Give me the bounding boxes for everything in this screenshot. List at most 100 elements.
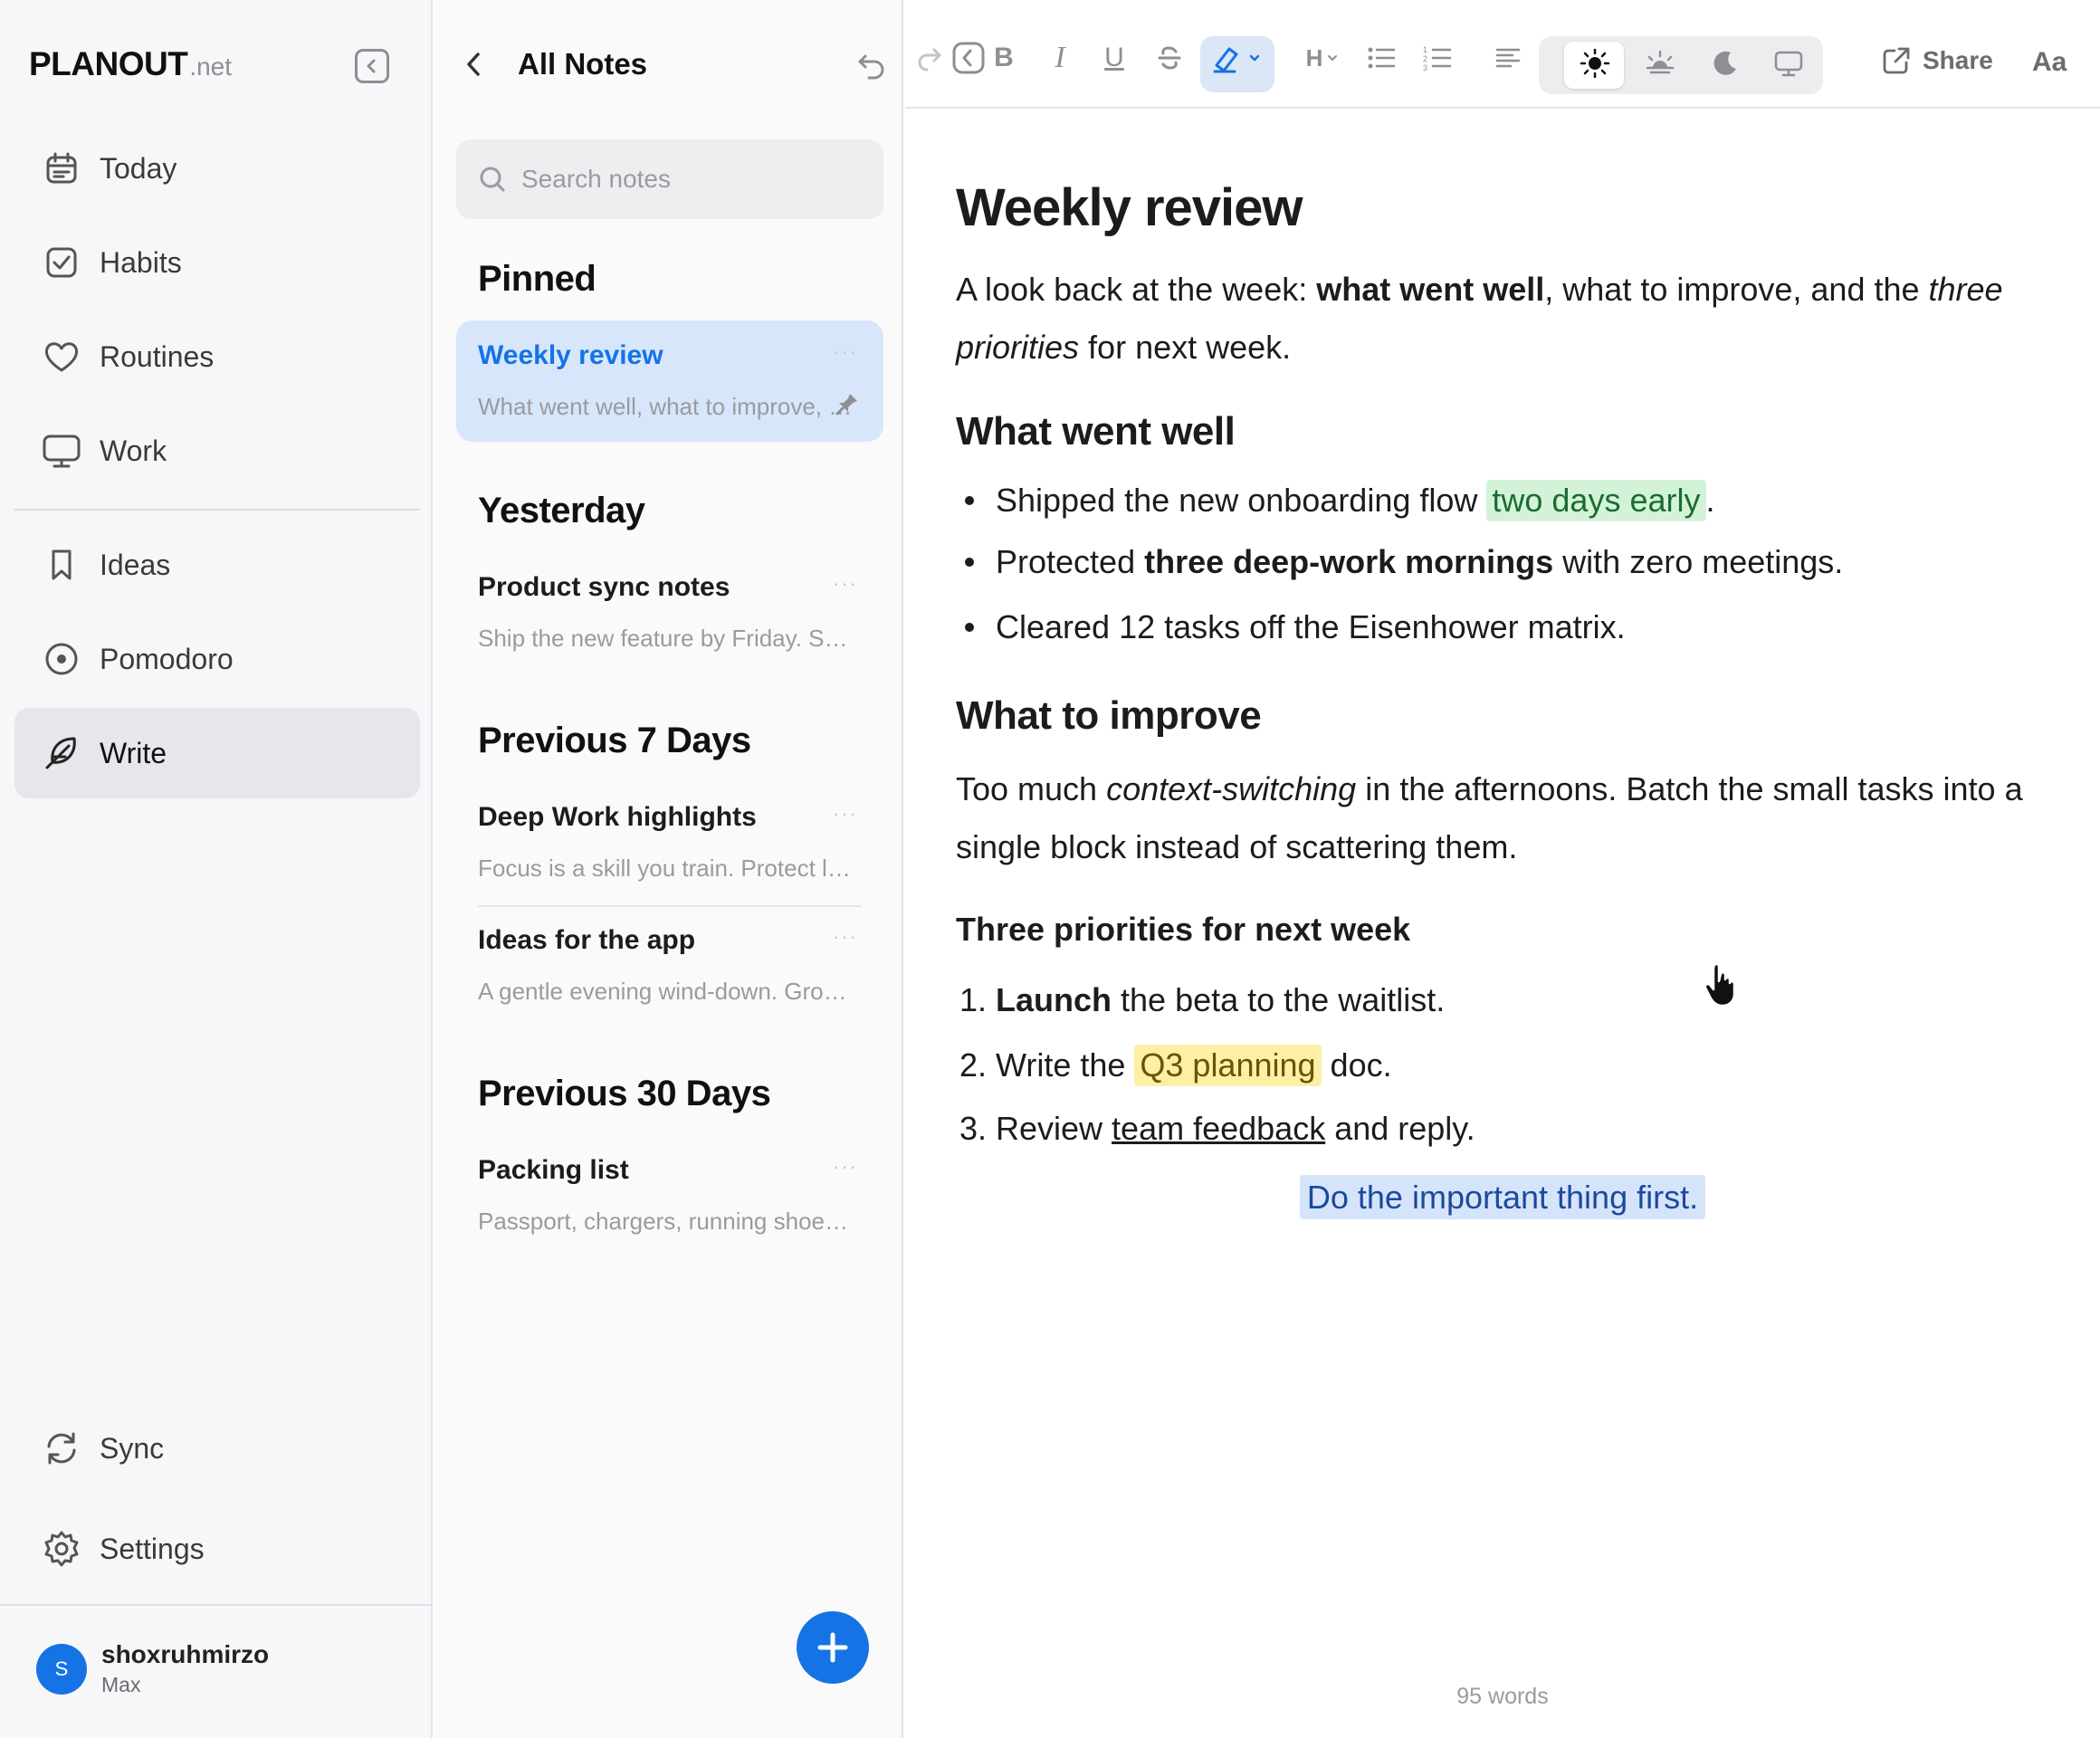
user-name: shoxruhmirzo <box>101 1640 270 1668</box>
heading-three-priorities[interactable]: Three priorities for next week <box>956 911 1410 949</box>
list-item-text: . <box>1705 482 1715 519</box>
group-title-yesterday: Yesterday <box>478 491 645 530</box>
sun-icon <box>1580 48 1610 79</box>
sidebar-divider <box>14 509 420 511</box>
search-input[interactable]: Search notes <box>456 139 883 219</box>
sidebar-item-ideas[interactable]: Ideas <box>14 520 420 610</box>
bullet-list-button[interactable] <box>1365 38 1398 78</box>
editor[interactable]: Weekly review A look back at the week: w… <box>905 110 2100 1738</box>
note-item-product-sync[interactable]: Product sync notes Ship the new feature … <box>456 552 883 673</box>
bold-button[interactable]: B <box>988 38 1019 78</box>
numbered-list-icon: 123 <box>1423 45 1452 72</box>
heading-button[interactable]: H <box>1302 38 1343 78</box>
back-button[interactable] <box>462 49 487 84</box>
note-item-ideas-app[interactable]: Ideas for the app A gentle evening wind-… <box>456 905 883 1027</box>
redo-button[interactable] <box>916 38 943 78</box>
theme-switcher <box>1539 36 1823 94</box>
list-item[interactable]: 2. Write the Q3 planning doc. <box>956 1045 1392 1086</box>
note-item-packing-list[interactable]: Packing list Passport, chargers, running… <box>456 1135 883 1256</box>
intro-bold: what went well <box>1316 271 1545 308</box>
undo-button[interactable] <box>856 51 887 84</box>
sunrise-icon <box>1646 50 1675 74</box>
group-title-pinned: Pinned <box>478 259 597 299</box>
svg-text:1: 1 <box>1423 45 1427 54</box>
theme-light-button[interactable] <box>1575 43 1615 83</box>
target-icon <box>42 639 81 679</box>
note-item-weekly-review[interactable]: Weekly review What went well, what to im… <box>456 320 883 442</box>
document-title[interactable]: Weekly review <box>956 177 1303 238</box>
monitor-icon <box>42 431 81 471</box>
heading-what-to-improve[interactable]: What to improve <box>956 693 1262 739</box>
quote-line[interactable]: Do the important thing first. <box>905 1175 2100 1219</box>
theme-dawn-button[interactable] <box>1640 43 1680 83</box>
theme-dark-button[interactable] <box>1705 43 1745 83</box>
theme-system-button[interactable] <box>1769 43 1809 83</box>
editor-toolbar: B I U H 123 Share Aa <box>905 0 2100 109</box>
avatar: S <box>36 1643 87 1695</box>
note-title: Deep Work highlights <box>478 802 757 832</box>
collapse-sidebar-button[interactable] <box>355 49 389 83</box>
strikethrough-button[interactable] <box>1153 38 1186 78</box>
italic-button[interactable]: I <box>1045 38 1075 78</box>
pin-icon[interactable] <box>835 391 860 421</box>
align-button[interactable] <box>1492 38 1524 78</box>
chevron-down-icon <box>1328 55 1338 62</box>
sidebar-item-routines[interactable]: Routines <box>14 311 420 402</box>
hand-cursor-icon <box>1702 961 1745 1013</box>
intro-text: A look back at the week: <box>956 271 1317 308</box>
collapse-toolbar-button[interactable] <box>952 38 985 78</box>
underline-button[interactable]: U <box>1099 38 1130 78</box>
numbered-list-button[interactable]: 123 <box>1421 38 1454 78</box>
more-options-icon[interactable]: ··· <box>833 1155 858 1179</box>
blue-highlight: Do the important thing first. <box>1299 1175 1706 1219</box>
sidebar-item-label: Work <box>100 434 167 467</box>
bookmark-icon <box>42 545 81 585</box>
improve-paragraph[interactable]: Too much context-switching in the aftern… <box>956 760 2042 876</box>
sidebar-item-write[interactable]: Write <box>14 708 420 798</box>
sync-icon <box>42 1428 81 1468</box>
list-number: 2. <box>959 1046 988 1084</box>
list-item[interactable]: Shipped the new onboarding flow two days… <box>956 480 1715 521</box>
note-title: Packing list <box>478 1155 629 1185</box>
sidebar-item-today[interactable]: Today <box>14 123 420 214</box>
intro-text: for next week. <box>1079 329 1292 366</box>
more-options-icon[interactable]: ··· <box>833 802 858 826</box>
sidebar-item-sync[interactable]: Sync <box>14 1403 420 1494</box>
user-profile[interactable]: S shoxruhmirzo Max <box>36 1640 269 1697</box>
more-options-icon[interactable]: ··· <box>833 340 858 364</box>
monitor-icon <box>1774 51 1803 77</box>
undo-icon <box>858 54 884 80</box>
brand-suffix: .net <box>189 53 233 81</box>
sidebar-item-label: Ideas <box>100 548 171 581</box>
highlighter-icon[interactable] <box>1209 38 1267 78</box>
yellow-highlight: Q3 planning <box>1134 1045 1322 1086</box>
underlined-text: team feedback <box>1112 1110 1326 1147</box>
sidebar-item-pomodoro[interactable]: Pomodoro <box>14 614 420 704</box>
sidebar: PLANOUT .net Today Habits Routines Work … <box>0 0 433 1738</box>
more-options-icon[interactable]: ··· <box>833 572 858 596</box>
list-item[interactable]: 3. Review team feedback and reply. <box>956 1110 1475 1148</box>
list-item[interactable]: Cleared 12 tasks off the Eisenhower matr… <box>956 608 1626 646</box>
strikethrough-icon <box>1158 46 1181 70</box>
new-note-button[interactable] <box>797 1611 869 1684</box>
more-options-icon[interactable]: ··· <box>833 925 858 949</box>
calendar-icon <box>42 148 81 188</box>
heart-icon <box>42 337 81 377</box>
brand-logo[interactable]: PLANOUT .net <box>29 45 232 83</box>
heading-what-went-well[interactable]: What went well <box>956 409 1236 454</box>
sidebar-item-work[interactable]: Work <box>14 406 420 496</box>
list-item[interactable]: Protected three deep-work mornings with … <box>956 543 1843 581</box>
align-left-icon <box>1495 48 1521 68</box>
font-settings-button[interactable]: Aa <box>2032 47 2067 78</box>
share-button[interactable]: Share <box>1881 45 1993 76</box>
sidebar-item-settings[interactable]: Settings <box>14 1504 420 1594</box>
list-item[interactable]: 1. Launch the beta to the waitlist. <box>956 981 1445 1019</box>
sidebar-footer-divider <box>0 1604 433 1606</box>
list-item-text: Cleared 12 tasks off the Eisenhower matr… <box>996 608 1626 645</box>
list-item-text: Write the <box>996 1046 1135 1084</box>
note-item-deep-work[interactable]: Deep Work highlights Focus is a skill yo… <box>456 782 883 903</box>
sidebar-item-habits[interactable]: Habits <box>14 217 420 308</box>
search-placeholder: Search notes <box>521 165 671 193</box>
intro-paragraph[interactable]: A look back at the week: what went well,… <box>956 261 2042 377</box>
chevron-left-icon <box>467 53 480 76</box>
